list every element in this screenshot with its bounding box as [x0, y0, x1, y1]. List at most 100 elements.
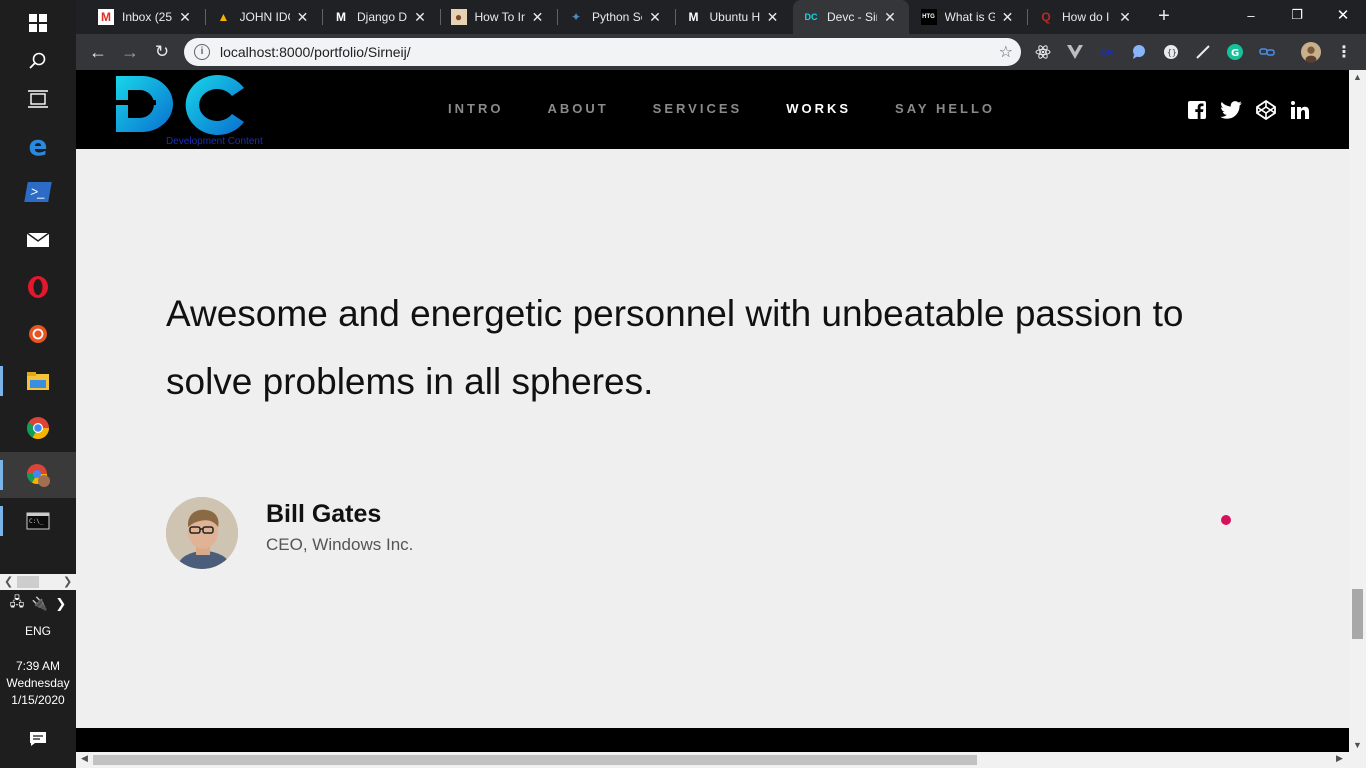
facebook-icon[interactable] — [1186, 99, 1208, 121]
clock-time: 7:39 AM — [15, 659, 61, 673]
horizontal-scroll-thumb[interactable] — [93, 755, 977, 765]
pen-extension-icon[interactable] — [1193, 42, 1213, 62]
quora-icon: Q — [1041, 10, 1051, 24]
tab-close-icon[interactable]: ✕ — [531, 9, 545, 26]
input-language[interactable]: ENG — [0, 624, 76, 638]
taskbar-terminal[interactable]: C:\_ — [0, 498, 76, 544]
tab-4[interactable]: ● How To In ✕ — [441, 3, 557, 31]
tab-3[interactable]: M Django De ✕ — [323, 3, 439, 31]
htg-icon: HTG — [920, 9, 937, 25]
react-devtools-icon[interactable] — [1033, 42, 1053, 62]
address-bar[interactable]: i ☆ — [184, 38, 1021, 66]
action-center-button[interactable] — [0, 724, 76, 754]
forward-button[interactable]: → — [118, 40, 142, 64]
site-icon: ● — [450, 9, 467, 25]
vue-devtools-icon[interactable] — [1065, 42, 1085, 62]
taskbar-chrome-profile[interactable] — [0, 452, 76, 498]
tab-close-icon[interactable]: ✕ — [1118, 9, 1132, 26]
page-horizontal-scrollbar[interactable]: ◀ ▶ — [76, 752, 1366, 768]
tab-8[interactable]: HTG What is G ✕ — [911, 3, 1027, 31]
tab-2[interactable]: ▲ JOHN IDO ✕ — [206, 3, 322, 31]
windows-logo-icon — [29, 14, 47, 32]
terminal-icon: C:\_ — [26, 512, 50, 530]
site-info-icon[interactable]: i — [194, 44, 210, 60]
tab-close-icon[interactable]: ✕ — [296, 9, 310, 26]
nav-intro[interactable]: INTRO — [448, 101, 503, 116]
chrome-icon — [27, 417, 49, 439]
scroll-up-arrow-icon[interactable]: ▲ — [1349, 72, 1366, 82]
code-extension-icon[interactable]: {} — [1161, 42, 1181, 62]
portfolio-page: Development Content INTRO ABOUT SERVICES… — [76, 70, 1349, 752]
tab-title: How do I — [1062, 10, 1110, 24]
taskbar-powershell[interactable]: >_ — [0, 169, 76, 215]
network-icon[interactable]: 🖧 — [10, 593, 25, 615]
linkedin-icon[interactable] — [1289, 99, 1311, 121]
tab-close-icon[interactable]: ✕ — [883, 9, 897, 26]
taskbar-scrollbar[interactable]: ❮ ❯ — [0, 574, 76, 590]
system-tray: 🖧 🔌 ❯ ENG 7:39 AM Wednesday 1/15/2020 — [0, 592, 76, 709]
tab-6[interactable]: M Ubuntu H ✕ — [676, 3, 792, 31]
bookmark-star-icon[interactable]: ☆ — [999, 42, 1013, 62]
mail-icon — [26, 232, 50, 247]
minimize-button[interactable]: – — [1228, 0, 1274, 30]
powershell-icon: >_ — [24, 182, 52, 202]
new-tab-button[interactable]: + — [1152, 5, 1176, 29]
restore-button[interactable]: ❐ — [1274, 0, 1320, 30]
task-view-button[interactable] — [0, 76, 76, 122]
codepen-icon[interactable] — [1255, 99, 1277, 121]
nav-about[interactable]: ABOUT — [547, 101, 608, 116]
scroll-down-arrow-icon[interactable]: ▼ — [1349, 740, 1366, 750]
url-input[interactable] — [220, 44, 960, 60]
tab-close-icon[interactable]: ✕ — [413, 9, 427, 26]
nav-works[interactable]: WORKS — [786, 101, 851, 116]
tab-close-icon[interactable]: ✕ — [1001, 9, 1015, 26]
taskbar-file-explorer[interactable] — [0, 358, 76, 404]
taskbar-chrome[interactable] — [0, 405, 76, 451]
search-icon — [29, 52, 46, 69]
medium-icon: M — [336, 10, 346, 24]
chrome-menu-icon[interactable]: ⋮ — [1334, 42, 1354, 62]
scroll-left-arrow-icon[interactable]: ❮ — [4, 574, 13, 590]
nav-say-hello[interactable]: SAY HELLO — [895, 101, 995, 116]
close-window-button[interactable]: ✕ — [1320, 0, 1366, 30]
back-button[interactable]: ← — [86, 40, 110, 64]
tab-7[interactable]: DC Devc - Sir ✕ — [793, 0, 909, 34]
desktop-screen: e >_ C:\_ ❮ ❯ 🖧 🔌 ❯ ENG 7:39 AM Wednesda… — [0, 0, 1366, 768]
taskbar-mail[interactable] — [0, 217, 76, 263]
clock-day: Wednesday — [6, 676, 70, 690]
author-role: CEO, Windows Inc. — [266, 535, 414, 554]
show-hidden-icons-chevron-icon[interactable]: ❯ — [55, 596, 66, 612]
battery-icon[interactable]: 🔌 — [32, 596, 48, 612]
site-header: Development Content INTRO ABOUT SERVICES… — [76, 70, 1349, 149]
grammarly-icon[interactable]: G — [1225, 42, 1245, 62]
tab-5[interactable]: ✦ Python So ✕ — [558, 3, 674, 31]
tab-1[interactable]: M Inbox (25) ✕ — [88, 3, 204, 31]
tab-close-icon[interactable]: ✕ — [648, 9, 662, 26]
dc-logo-icon — [116, 75, 244, 135]
nav-services[interactable]: SERVICES — [653, 101, 743, 116]
extension-dark-icon[interactable]: ON — [1097, 42, 1117, 62]
tab-close-icon[interactable]: ✕ — [178, 9, 192, 26]
profile-avatar-icon[interactable] — [1301, 42, 1321, 63]
tab-9[interactable]: Q How do I ✕ — [1028, 3, 1144, 31]
reload-button[interactable]: ↻ — [150, 40, 174, 64]
scroll-right-icon[interactable]: ▶ — [1336, 753, 1343, 764]
link-extension-icon[interactable] — [1257, 42, 1277, 62]
taskbar-scroll-thumb[interactable] — [17, 576, 39, 588]
scroll-left-icon[interactable]: ◀ — [81, 753, 88, 764]
scroll-right-arrow-icon[interactable]: ❯ — [63, 574, 72, 590]
taskbar-opera[interactable] — [0, 264, 76, 310]
ubuntu-icon — [29, 325, 47, 343]
clock-date: 1/15/2020 — [11, 693, 65, 707]
taskbar-edge[interactable]: e — [0, 122, 76, 168]
clock[interactable]: 7:39 AM Wednesday 1/15/2020 — [0, 658, 76, 709]
tab-title: Django De — [357, 10, 407, 24]
slider-dot[interactable] — [1221, 515, 1231, 525]
tab-close-icon[interactable]: ✕ — [766, 9, 780, 26]
twitter-icon[interactable] — [1220, 99, 1242, 121]
page-vertical-scrollbar[interactable]: ▲ ▼ — [1349, 70, 1366, 752]
vertical-scroll-thumb[interactable] — [1352, 589, 1363, 639]
chat-extension-icon[interactable] — [1129, 42, 1149, 62]
site-logo[interactable]: Development Content — [116, 70, 263, 149]
taskbar-ubuntu[interactable] — [0, 311, 76, 357]
